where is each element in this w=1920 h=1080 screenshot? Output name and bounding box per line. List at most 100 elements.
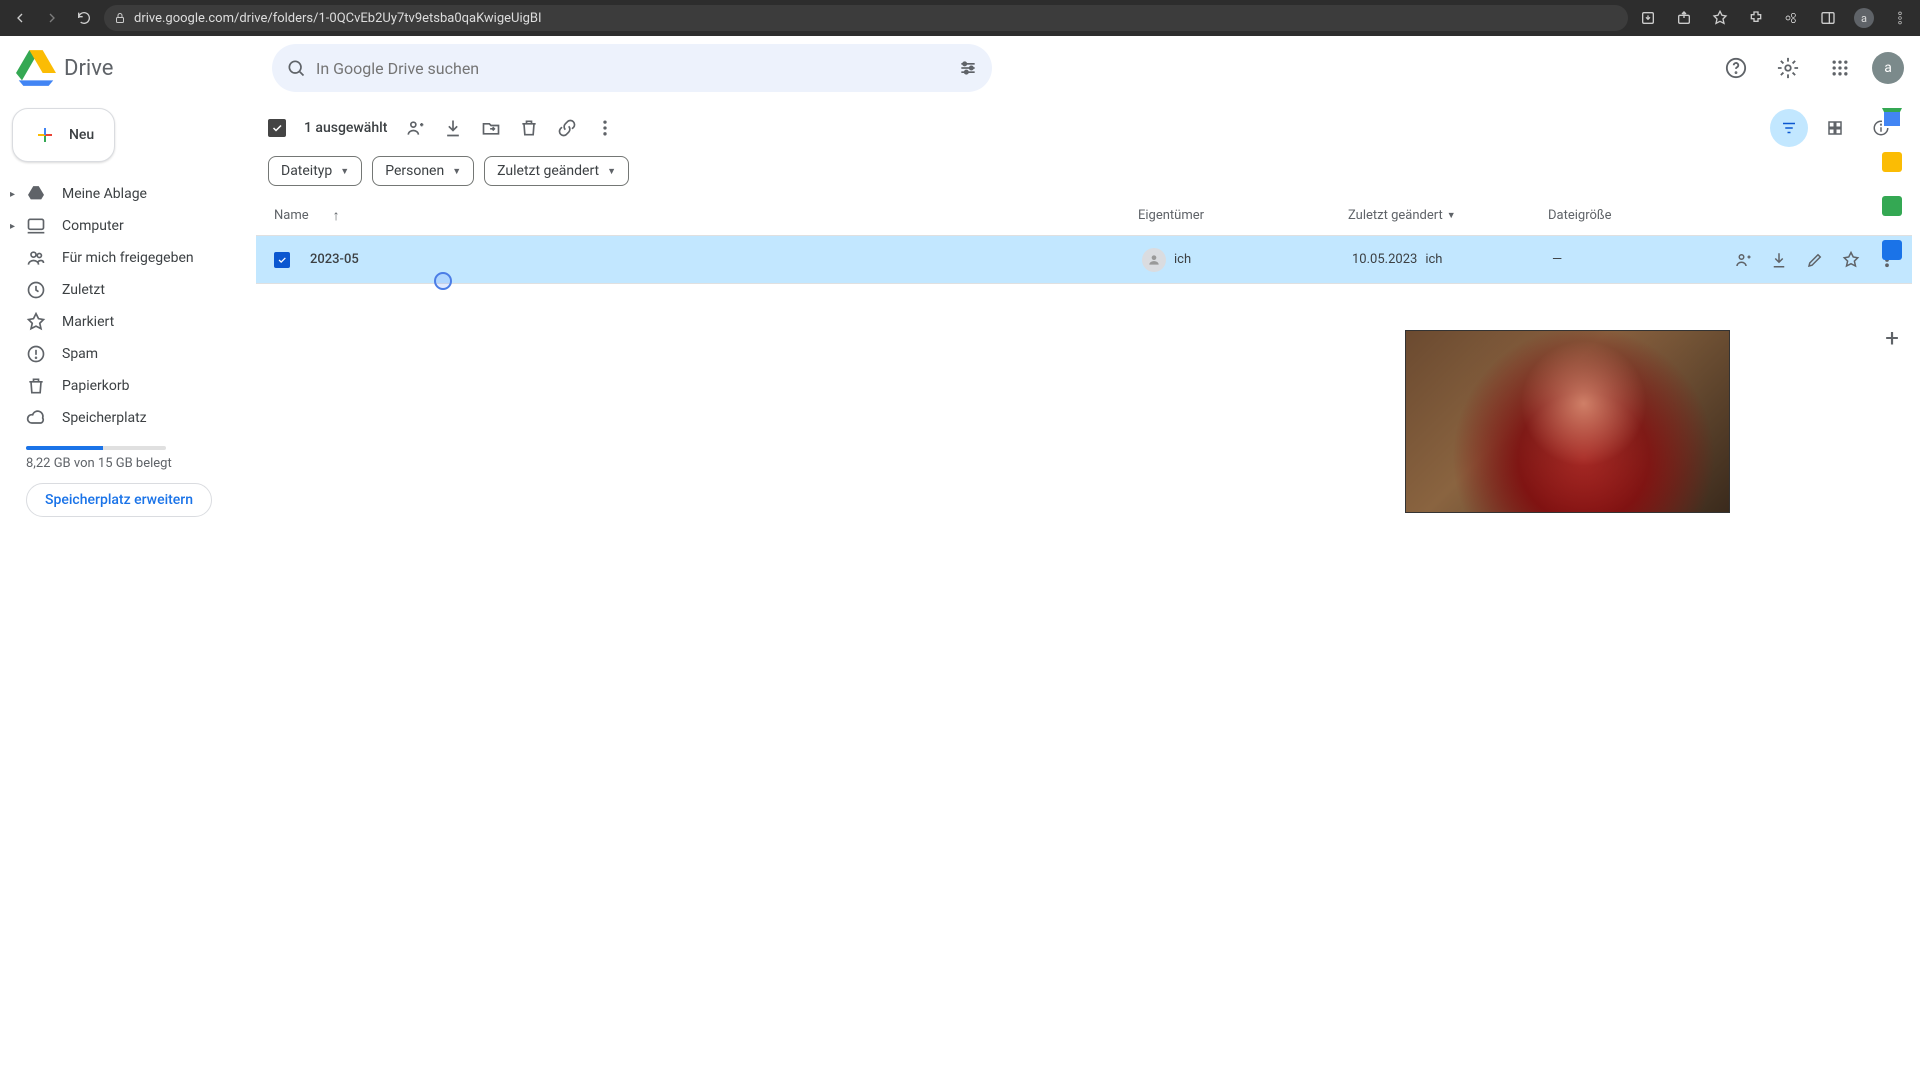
search-bar[interactable] bbox=[272, 44, 992, 92]
contacts-app-icon[interactable] bbox=[1882, 240, 1902, 260]
bookmark-icon[interactable] bbox=[1708, 6, 1732, 30]
calendar-app-icon[interactable] bbox=[1882, 108, 1902, 128]
install-icon[interactable] bbox=[1636, 6, 1660, 30]
new-button-label: Neu bbox=[69, 127, 94, 143]
app-header: Drive a bbox=[0, 36, 1920, 100]
drive-icon bbox=[26, 184, 46, 204]
filter-people[interactable]: Personen▼ bbox=[372, 156, 474, 186]
lock-icon bbox=[114, 12, 126, 24]
cloud-icon bbox=[26, 408, 46, 428]
column-modified[interactable]: Zuletzt geändert bbox=[1348, 208, 1443, 223]
download-icon[interactable] bbox=[443, 118, 463, 138]
url-bar[interactable]: drive.google.com/drive/folders/1-0QCvEb2… bbox=[104, 5, 1628, 31]
upgrade-storage-button[interactable]: Speicherplatz erweitern bbox=[26, 483, 212, 517]
computer-icon bbox=[26, 216, 46, 236]
sidebar-item-trash[interactable]: Papierkorb bbox=[8, 370, 240, 402]
add-addon-icon[interactable]: + bbox=[1885, 324, 1899, 352]
keep-app-icon[interactable] bbox=[1882, 152, 1902, 172]
download-icon[interactable] bbox=[1770, 251, 1788, 269]
column-name[interactable]: Name bbox=[274, 208, 309, 223]
sidebar-item-label: Meine Ablage bbox=[62, 186, 147, 202]
people-icon bbox=[26, 248, 46, 268]
sidebar-item-shared[interactable]: Für mich freigegeben bbox=[8, 242, 240, 274]
plus-icon bbox=[33, 123, 57, 147]
clock-icon bbox=[26, 280, 46, 300]
chevron-right-icon[interactable]: ▸ bbox=[10, 189, 15, 200]
side-panel: + bbox=[1864, 100, 1920, 352]
owner-avatar-icon bbox=[1142, 248, 1166, 272]
table-row[interactable]: 2023-05 ich 10.05.2023 ich — bbox=[256, 236, 1912, 284]
sidebar-item-mydrive[interactable]: ▸ Meine Ablage bbox=[8, 178, 240, 210]
selection-count: 1 ausgewählt bbox=[304, 120, 387, 136]
sidepanel-icon[interactable] bbox=[1816, 6, 1840, 30]
back-button[interactable] bbox=[8, 6, 32, 30]
sidebar-item-computers[interactable]: ▸ Computer bbox=[8, 210, 240, 242]
more-icon[interactable] bbox=[595, 118, 615, 138]
search-icon bbox=[286, 58, 306, 78]
select-all-checkbox[interactable] bbox=[268, 119, 286, 137]
filter-view-icon[interactable] bbox=[1770, 109, 1808, 147]
caret-down-icon: ▼ bbox=[452, 166, 461, 177]
filter-chips-row: Dateityp▼ Personen▼ Zuletzt geändert▼ bbox=[256, 152, 1912, 196]
drive-logo-icon bbox=[16, 48, 56, 88]
sidebar-item-label: Markiert bbox=[62, 314, 114, 330]
chevron-right-icon[interactable]: ▸ bbox=[10, 221, 15, 232]
selection-toolbar: 1 ausgewählt bbox=[256, 104, 1912, 152]
paint-icon[interactable] bbox=[1780, 6, 1804, 30]
delete-icon[interactable] bbox=[519, 118, 539, 138]
sidebar-item-spam[interactable]: Spam bbox=[8, 338, 240, 370]
sidebar-item-starred[interactable]: Markiert bbox=[8, 306, 240, 338]
profile-avatar[interactable]: a bbox=[1852, 6, 1876, 30]
star-icon[interactable] bbox=[1842, 251, 1860, 269]
storage-text: 8,22 GB von 15 GB belegt bbox=[26, 456, 232, 471]
content-area: 1 ausgewählt Dateityp▼ Personen▼ Zuletzt… bbox=[256, 100, 1920, 1080]
caret-down-icon: ▼ bbox=[340, 166, 349, 177]
edit-icon[interactable] bbox=[1806, 251, 1824, 269]
sidebar-item-label: Für mich freigegeben bbox=[62, 250, 194, 266]
star-icon bbox=[26, 312, 46, 332]
caret-down-icon: ▼ bbox=[607, 166, 616, 177]
row-checkbox[interactable] bbox=[274, 252, 290, 268]
sidebar-item-storage[interactable]: Speicherplatz bbox=[8, 402, 240, 434]
sidebar-item-recent[interactable]: Zuletzt bbox=[8, 274, 240, 306]
column-size[interactable]: Dateigröße bbox=[1548, 208, 1678, 223]
menu-icon[interactable] bbox=[1888, 6, 1912, 30]
product-name: Drive bbox=[64, 56, 113, 81]
file-name: 2023-05 bbox=[310, 252, 359, 267]
reload-button[interactable] bbox=[72, 6, 96, 30]
share-icon[interactable] bbox=[1672, 6, 1696, 30]
share-person-icon[interactable] bbox=[405, 118, 425, 138]
tasks-app-icon[interactable] bbox=[1882, 196, 1902, 216]
sidebar-item-label: Papierkorb bbox=[62, 378, 130, 394]
settings-icon[interactable] bbox=[1768, 48, 1808, 88]
trash-icon bbox=[26, 376, 46, 396]
new-button[interactable]: Neu bbox=[12, 108, 115, 162]
support-icon[interactable] bbox=[1716, 48, 1756, 88]
filter-type[interactable]: Dateityp▼ bbox=[268, 156, 362, 186]
sidebar-item-label: Computer bbox=[62, 218, 124, 234]
extensions-icon[interactable] bbox=[1744, 6, 1768, 30]
file-size: — bbox=[1552, 252, 1682, 267]
filter-modified[interactable]: Zuletzt geändert▼ bbox=[484, 156, 629, 186]
storage-bar bbox=[26, 446, 166, 450]
spam-icon bbox=[26, 344, 46, 364]
link-icon[interactable] bbox=[557, 118, 577, 138]
account-avatar[interactable]: a bbox=[1872, 52, 1904, 84]
webcam-overlay bbox=[1405, 330, 1730, 513]
sidebar: Neu ▸ Meine Ablage ▸ Computer Für mich f… bbox=[0, 100, 256, 1080]
owner-name: ich bbox=[1174, 252, 1191, 267]
url-text: drive.google.com/drive/folders/1-0QCvEb2… bbox=[134, 11, 542, 26]
forward-button[interactable] bbox=[40, 6, 64, 30]
search-input[interactable] bbox=[316, 59, 948, 78]
column-owner[interactable]: Eigentümer bbox=[1138, 208, 1348, 223]
browser-toolbar: drive.google.com/drive/folders/1-0QCvEb2… bbox=[0, 0, 1920, 36]
share-person-icon[interactable] bbox=[1734, 251, 1752, 269]
sidebar-item-label: Zuletzt bbox=[62, 282, 105, 298]
move-icon[interactable] bbox=[481, 118, 501, 138]
modified-by: ich bbox=[1425, 252, 1442, 267]
sort-arrow-up-icon[interactable]: ↑ bbox=[333, 207, 340, 224]
cursor-indicator bbox=[434, 272, 452, 290]
grid-view-icon[interactable] bbox=[1816, 109, 1854, 147]
apps-icon[interactable] bbox=[1820, 48, 1860, 88]
search-tune-icon[interactable] bbox=[958, 58, 978, 78]
